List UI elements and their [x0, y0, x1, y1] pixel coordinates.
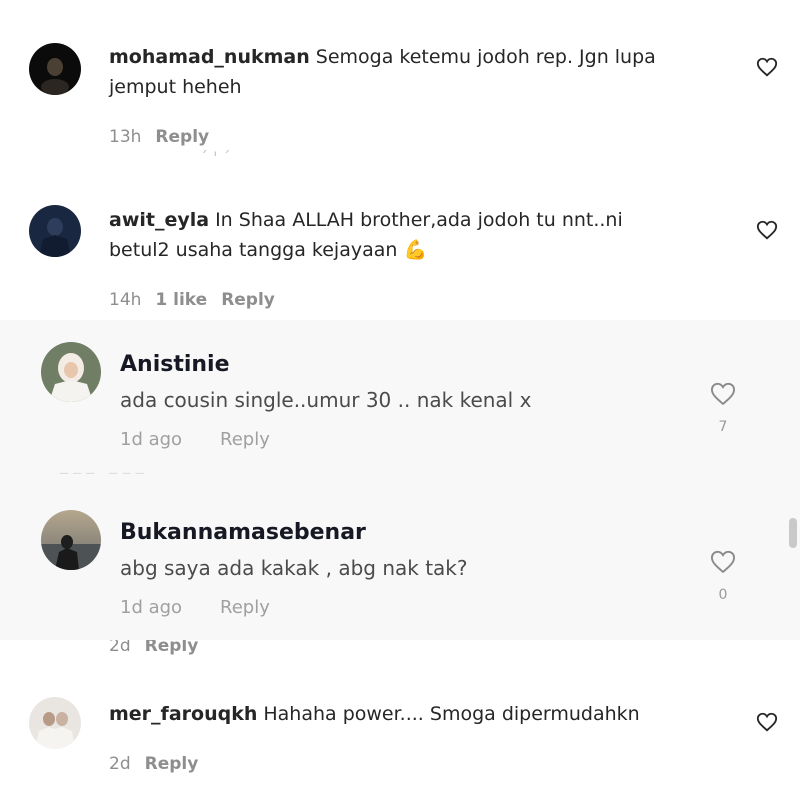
tt-comments: Anistinie ada cousin single..umur 30 .. …	[0, 320, 800, 640]
likes-count[interactable]: 1 like	[155, 290, 207, 310]
comment-meta: 14h 1 like Reply	[109, 290, 289, 310]
clipped-text: ‾ ‾ ‾ ‾ ‾ ‾	[60, 470, 144, 489]
comment-meta: 1d ago Reply	[120, 597, 270, 618]
comment-username[interactable]: Anistinie	[120, 352, 230, 377]
comment-meta: 2d Reply	[109, 754, 212, 774]
comment-text: Hahaha power.... Smoga dipermudahkn	[263, 703, 640, 725]
reply-button[interactable]: Reply	[145, 640, 199, 656]
scrollbar-thumb[interactable]	[789, 518, 797, 548]
comment-body: awit_eyla In Shaa ALLAH brother,ada jodoh…	[109, 205, 689, 265]
comment-username[interactable]: mohamad_nukman	[109, 46, 310, 68]
comment-body: mer_farouqkh Hahaha power.... Smoga diper…	[109, 699, 689, 729]
comment-text: ada cousin single..umur 30 .. nak kenal …	[120, 388, 532, 412]
heart-outline-icon[interactable]	[709, 548, 737, 576]
comment-time: 1d ago	[120, 597, 183, 618]
heart-outline-icon[interactable]	[709, 380, 737, 408]
reply-button[interactable]: Reply	[221, 290, 275, 310]
comment-meta: 1d ago Reply	[120, 429, 270, 450]
comment-time: 2d	[109, 754, 131, 774]
ig-comments-bottom: 2d Reply mer_farouqkh Hahaha power.... Sm…	[0, 640, 800, 800]
heart-outline-icon[interactable]	[756, 219, 778, 241]
comment-username[interactable]: mer_farouqkh	[109, 703, 257, 725]
avatar[interactable]	[29, 697, 81, 749]
comment-meta: 13h Reply	[109, 127, 223, 147]
heart-outline-icon[interactable]	[756, 56, 778, 78]
reply-button[interactable]: Reply	[220, 597, 270, 618]
comment-time: 13h	[109, 127, 142, 147]
reply-button[interactable]: Reply	[155, 127, 209, 147]
like-count: 7	[718, 419, 728, 435]
reply-button[interactable]: Reply	[145, 754, 199, 774]
avatar[interactable]	[41, 342, 101, 402]
comment-meta: 2d Reply	[109, 640, 212, 656]
comment-item: mohamad_nukman Semoga ketemu jodoh rep. J…	[0, 0, 800, 160]
comment-item: awit_eyla In Shaa ALLAH brother,ada jodoh…	[0, 160, 800, 320]
comment-body: mohamad_nukman Semoga ketemu jodoh rep. J…	[109, 42, 689, 102]
avatar[interactable]	[41, 510, 101, 570]
comment-username[interactable]: awit_eyla	[109, 209, 209, 231]
avatar[interactable]	[29, 43, 81, 95]
like-count: 0	[718, 587, 728, 603]
comment-text: abg saya ada kakak , abg nak tak?	[120, 556, 468, 580]
comment-time: 2d	[109, 640, 131, 656]
ig-comments-top: ʻ ʻ mohamad_nukmanSemoga ketemu jodoh re…	[0, 0, 800, 320]
comment-time: 14h	[109, 290, 142, 310]
avatar[interactable]	[29, 205, 81, 257]
reply-button[interactable]: Reply	[220, 429, 270, 450]
comment-time: 1d ago	[120, 429, 183, 450]
comment-username[interactable]: Bukannamasebenar	[120, 520, 366, 545]
heart-outline-icon[interactable]	[756, 711, 778, 733]
